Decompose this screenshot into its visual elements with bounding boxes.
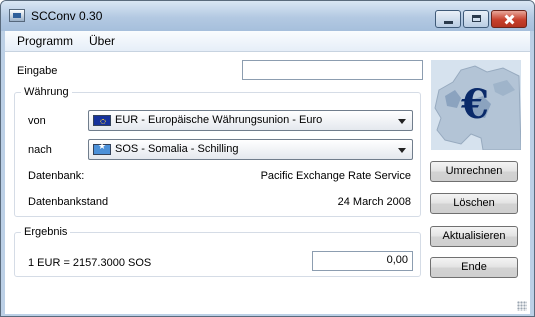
amount-input[interactable] — [242, 60, 423, 80]
main-panel: Eingabe Währung von EUR - Europäische Wä… — [5, 52, 530, 314]
to-label: nach — [28, 144, 52, 156]
resize-grip-icon[interactable] — [517, 301, 527, 311]
input-label: Eingabe — [17, 65, 58, 77]
clear-button[interactable]: Löschen — [430, 193, 518, 214]
from-label: von — [28, 115, 46, 127]
maximize-button[interactable] — [463, 10, 489, 28]
result-group-title: Ergebnis — [21, 226, 71, 238]
from-currency-select[interactable]: EUR - Europäische Währungsunion - Euro — [88, 110, 413, 131]
from-currency-value: EUR - Europäische Währungsunion - Euro — [115, 114, 323, 126]
title-bar[interactable]: SCConv 0.30 — [1, 1, 534, 31]
menu-ueber[interactable]: Über — [89, 34, 115, 48]
currency-group-title: Währung — [21, 86, 72, 98]
update-button[interactable]: Aktualisieren — [430, 226, 518, 247]
menu-programm[interactable]: Programm — [17, 34, 73, 48]
exit-button[interactable]: Ende — [430, 257, 518, 278]
somalia-flag-icon — [93, 142, 111, 155]
chevron-down-icon — [398, 148, 406, 153]
menu-bar: Programm Über — [5, 31, 530, 52]
euro-icon: € — [460, 81, 489, 128]
minimize-button[interactable] — [435, 10, 461, 28]
chevron-down-icon — [398, 119, 406, 124]
window-title: SCConv 0.30 — [31, 9, 103, 23]
result-value-field: 0,00 — [312, 251, 413, 271]
app-window: SCConv 0.30 Programm Über Eingabe Währun… — [0, 0, 535, 317]
database-date-value: 24 March 2008 — [337, 196, 411, 208]
euro-map-logo: € — [431, 60, 521, 150]
database-value: Pacific Exchange Rate Service — [260, 170, 411, 182]
database-date-label: Datenbankstand — [28, 196, 109, 208]
to-currency-select[interactable]: SOS - Somalia - Schilling — [88, 139, 413, 160]
convert-button[interactable]: Umrechnen — [430, 161, 518, 182]
close-button[interactable] — [491, 10, 527, 28]
to-currency-value: SOS - Somalia - Schilling — [115, 143, 239, 155]
eu-flag-icon — [93, 115, 111, 126]
database-label: Datenbank: — [28, 170, 85, 182]
app-icon — [9, 9, 25, 22]
exchange-rate-text: 1 EUR = 2157.3000 SOS — [28, 257, 152, 269]
